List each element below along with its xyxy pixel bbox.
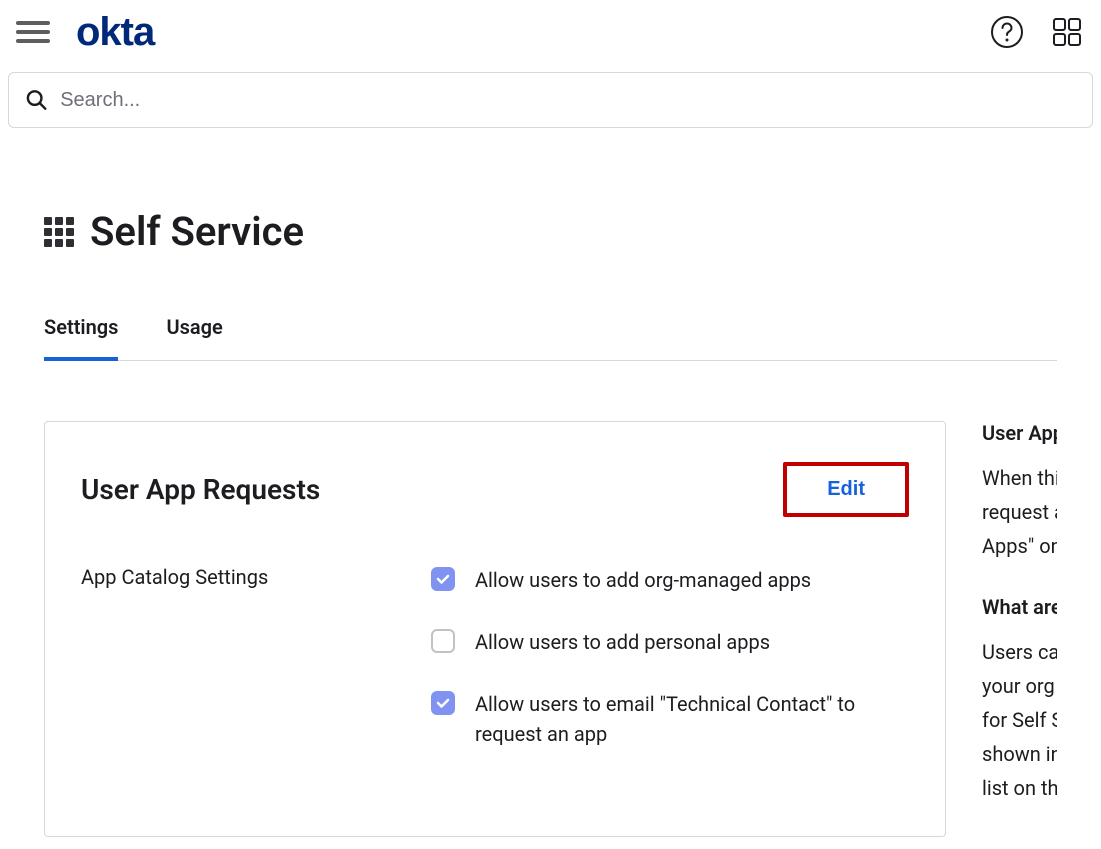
tab-settings[interactable]: Settings xyxy=(44,315,118,361)
self-service-icon xyxy=(44,217,74,247)
tab-usage[interactable]: Usage xyxy=(166,315,222,361)
checkbox-label: Allow users to add personal apps xyxy=(475,627,770,657)
search-input[interactable] xyxy=(60,89,1076,112)
help-icon[interactable] xyxy=(989,14,1025,50)
section-label: App Catalog Settings xyxy=(81,565,431,589)
help-heading: What are or xyxy=(982,595,1057,619)
user-app-requests-card: User App Requests Edit App Catalog Setti… xyxy=(44,421,946,837)
checkbox-org-managed[interactable] xyxy=(431,567,455,591)
apps-icon[interactable] xyxy=(1049,14,1085,50)
help-text: When this is request apps Apps" on the xyxy=(982,461,1057,563)
checkbox-email-contact[interactable] xyxy=(431,691,455,715)
edit-button[interactable]: Edit xyxy=(783,462,909,517)
search-bar[interactable] xyxy=(8,72,1093,128)
checkbox-row-email-contact: Allow users to email "Technical Contact"… xyxy=(431,689,909,749)
card-title: User App Requests xyxy=(81,473,320,506)
checkbox-personal[interactable] xyxy=(431,629,455,653)
search-icon xyxy=(25,88,48,112)
help-text: Users can re your org has for Self Serv … xyxy=(982,635,1057,805)
checkbox-row-personal: Allow users to add personal apps xyxy=(431,627,909,657)
tabs: Settings Usage xyxy=(44,315,1057,361)
checkbox-label: Allow users to email "Technical Contact"… xyxy=(475,689,909,749)
okta-logo: okta xyxy=(76,10,154,55)
menu-button[interactable] xyxy=(16,14,52,50)
checkbox-label: Allow users to add org-managed apps xyxy=(475,565,811,595)
help-sidebar: User App Re When this is request apps Ap… xyxy=(982,421,1057,837)
help-heading: User App Re xyxy=(982,421,1057,445)
page-title: Self Service xyxy=(90,208,304,255)
checkbox-row-org-managed: Allow users to add org-managed apps xyxy=(431,565,909,595)
